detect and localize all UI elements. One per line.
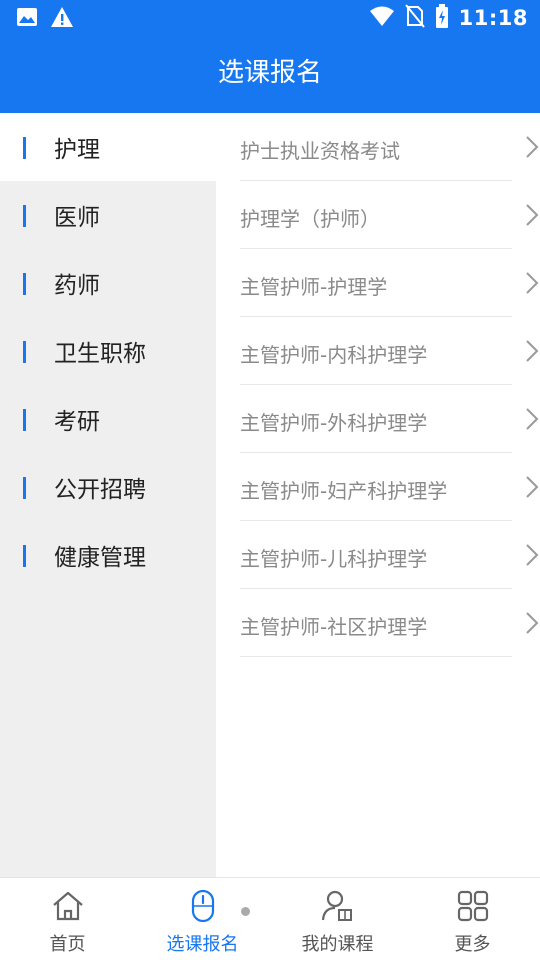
category-indicator	[23, 341, 26, 363]
course-row[interactable]: 主管护师-妇产科护理学	[240, 453, 539, 521]
tab-home[interactable]: 首页	[0, 878, 135, 960]
course-label: 主管护师-外科护理学	[240, 411, 428, 435]
course-label: 护理学（护师）	[240, 207, 380, 231]
category-indicator	[23, 477, 26, 499]
chevron-right-icon	[526, 476, 539, 498]
battery-charging-icon	[435, 4, 449, 32]
chevron-right-icon	[526, 272, 539, 294]
course-label: 主管护师-内科护理学	[240, 343, 428, 367]
chevron-right-icon	[526, 136, 539, 158]
image-icon	[16, 6, 38, 32]
user-book-icon	[321, 890, 352, 921]
category-item-health-title[interactable]: 卫生职称	[0, 317, 216, 385]
warning-icon	[50, 6, 74, 32]
tab-more[interactable]: 更多	[405, 878, 540, 960]
course-row[interactable]: 主管护师-内科护理学	[240, 317, 539, 385]
course-row[interactable]: 主管护师-护理学	[240, 249, 539, 317]
category-indicator	[23, 545, 26, 567]
page-title: 选课报名	[217, 58, 322, 88]
chevron-right-icon	[526, 612, 539, 634]
no-sim-icon	[404, 4, 425, 32]
category-indicator	[23, 409, 26, 431]
course-row[interactable]: 护士执业资格考试	[240, 113, 539, 181]
course-row[interactable]: 主管护师-儿科护理学	[240, 521, 539, 589]
category-indicator	[23, 273, 26, 295]
category-item-health-management[interactable]: 健康管理	[0, 521, 216, 589]
tab-course-enroll[interactable]: 选课报名	[135, 878, 270, 960]
chevron-right-icon	[526, 204, 539, 226]
tab-label: 首页	[49, 934, 86, 955]
category-indicator	[23, 205, 26, 227]
tab-label: 更多	[454, 934, 491, 955]
course-label: 护士执业资格考试	[240, 139, 400, 163]
bottom-tab-bar: 首页 选课报名 我的课程 更多	[0, 877, 540, 960]
course-label: 主管护师-儿科护理学	[240, 547, 428, 571]
course-row[interactable]: 护理学（护师）	[240, 181, 539, 249]
category-label: 卫生职称	[54, 341, 146, 367]
category-label: 健康管理	[54, 545, 146, 571]
category-item-recruitment[interactable]: 公开招聘	[0, 453, 216, 521]
chevron-right-icon	[526, 544, 539, 566]
tab-label: 我的课程	[301, 934, 374, 955]
course-label: 主管护师-社区护理学	[240, 615, 428, 639]
course-label: 主管护师-护理学	[240, 275, 388, 299]
home-icon	[52, 891, 83, 921]
course-label: 主管护师-妇产科护理学	[240, 479, 448, 503]
category-label: 药师	[54, 273, 100, 299]
category-indicator	[23, 137, 26, 159]
category-item-physician[interactable]: 医师	[0, 181, 216, 249]
mouse-icon	[191, 889, 214, 923]
category-sidebar: 护理 医师 药师 卫生职称 考研 公开招聘 健康管理	[0, 113, 216, 877]
tab-label: 选课报名	[166, 934, 239, 955]
category-item-postgraduate[interactable]: 考研	[0, 385, 216, 453]
chevron-right-icon	[526, 340, 539, 362]
status-time: 11:18	[458, 6, 528, 30]
category-label: 考研	[54, 409, 100, 435]
category-item-pharmacist[interactable]: 药师	[0, 249, 216, 317]
category-item-nursing[interactable]: 护理	[0, 113, 216, 181]
tab-my-courses[interactable]: 我的课程	[270, 878, 405, 960]
category-label: 医师	[54, 205, 100, 231]
indicator-dot	[241, 907, 250, 916]
grid-icon	[457, 890, 488, 922]
status-bar: 11:18	[0, 0, 540, 36]
course-row[interactable]: 主管护师-外科护理学	[240, 385, 539, 453]
category-label: 护理	[54, 137, 100, 163]
category-label: 公开招聘	[54, 477, 146, 503]
course-list: 护士执业资格考试 护理学（护师） 主管护师-护理学 主管护师-内科护理学 主管护…	[216, 113, 540, 877]
app-header: 11:18 选课报名	[0, 0, 540, 113]
wifi-icon	[369, 5, 395, 31]
course-row[interactable]: 主管护师-社区护理学	[240, 589, 539, 657]
chevron-right-icon	[526, 408, 539, 430]
